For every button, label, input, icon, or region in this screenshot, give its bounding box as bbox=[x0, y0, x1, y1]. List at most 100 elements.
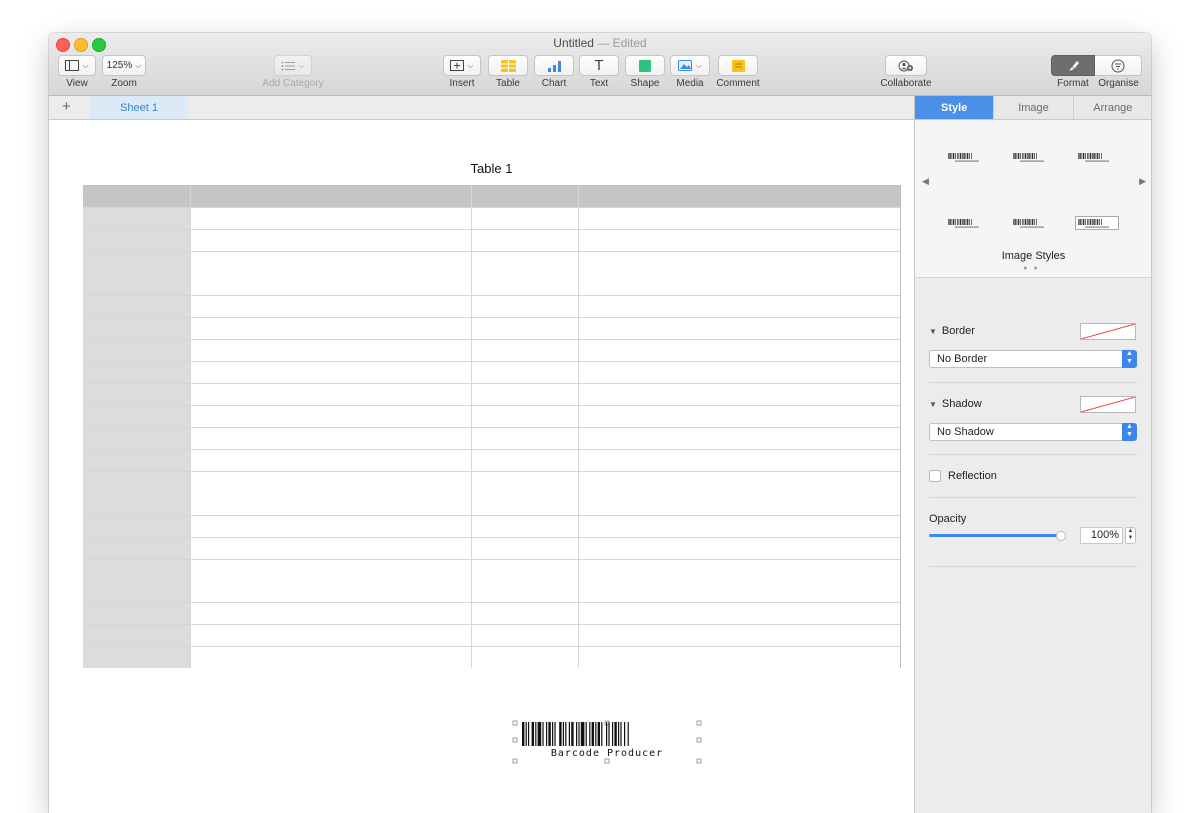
tab-sheet-1[interactable]: Sheet 1 bbox=[90, 96, 188, 119]
table-row-divider bbox=[83, 339, 901, 340]
shadow-style-value: No Shadow bbox=[937, 426, 994, 438]
collaborate-icon bbox=[898, 60, 913, 71]
shadow-style-popup[interactable]: No Shadow ▲ ▼ bbox=[929, 423, 1137, 441]
barcode-bar bbox=[576, 722, 578, 746]
barcode-bar bbox=[614, 722, 617, 746]
tab-arrange[interactable]: Arrange bbox=[1072, 96, 1151, 119]
barcode-bar bbox=[525, 722, 527, 746]
opacity-field[interactable]: 100% bbox=[1080, 527, 1123, 544]
table-title[interactable]: Table 1 bbox=[49, 161, 934, 176]
tab-image[interactable]: Image bbox=[993, 96, 1073, 119]
text-button[interactable]: T bbox=[579, 55, 619, 76]
disclosure-triangle-icon[interactable]: ▼ bbox=[929, 327, 937, 336]
list-icon bbox=[281, 61, 296, 70]
resize-handle[interactable] bbox=[604, 758, 610, 764]
shadow-section-title[interactable]: ▼ Shadow bbox=[929, 398, 982, 410]
chart-button[interactable] bbox=[534, 55, 574, 76]
table-row-divider bbox=[83, 405, 901, 406]
chart-label: Chart bbox=[541, 78, 567, 89]
opacity-stepper[interactable]: ▲ ▼ bbox=[1125, 527, 1136, 544]
add-sheet-button[interactable]: + bbox=[62, 98, 71, 115]
table-row-divider bbox=[83, 559, 901, 560]
table-row-divider bbox=[83, 383, 901, 384]
shape-button[interactable] bbox=[625, 55, 665, 76]
image-style-thumbnail[interactable] bbox=[1075, 150, 1119, 166]
zoom-label: Zoom bbox=[111, 78, 137, 89]
opacity-slider-knob[interactable] bbox=[1056, 531, 1066, 541]
shape-icon bbox=[639, 59, 651, 72]
shadow-color-well[interactable] bbox=[1080, 396, 1136, 413]
barcode-bar bbox=[568, 722, 570, 746]
table-column-divider bbox=[471, 185, 472, 668]
border-style-popup[interactable]: No Border ▲ ▼ bbox=[929, 350, 1137, 368]
table-header-row[interactable] bbox=[83, 185, 901, 207]
barcode-bar bbox=[589, 722, 591, 746]
edited-status: — Edited bbox=[597, 36, 647, 50]
media-icon bbox=[678, 60, 693, 71]
tab-style[interactable]: Style bbox=[915, 96, 994, 119]
shadow-label: Shadow bbox=[941, 398, 982, 410]
border-color-well[interactable] bbox=[1080, 323, 1136, 340]
barcode-bar bbox=[562, 722, 564, 746]
insert-button[interactable]: ⌵ bbox=[443, 55, 481, 76]
table-column-divider bbox=[578, 185, 579, 668]
image-style-thumbnail[interactable] bbox=[945, 150, 989, 166]
divider bbox=[929, 382, 1137, 383]
reflection-checkbox[interactable] bbox=[929, 470, 941, 482]
resize-handle[interactable] bbox=[512, 758, 518, 764]
resize-handle[interactable] bbox=[512, 737, 518, 743]
reflection-label: Reflection bbox=[948, 470, 997, 482]
disclosure-triangle-icon[interactable]: ▼ bbox=[929, 400, 937, 409]
media-label: Media bbox=[676, 78, 704, 89]
barcode-image[interactable]: Barcode Producer bbox=[512, 720, 702, 764]
add-category-button[interactable]: ⌵ bbox=[274, 55, 312, 76]
resize-handle[interactable] bbox=[696, 737, 702, 743]
page-dots[interactable]: ●● bbox=[915, 265, 1151, 272]
view-button[interactable]: ⌵ bbox=[58, 55, 96, 76]
divider bbox=[929, 566, 1137, 567]
barcode-bar bbox=[618, 722, 620, 746]
image-style-thumbnail[interactable] bbox=[1010, 150, 1054, 166]
barcode-bar bbox=[546, 722, 548, 746]
resize-handle[interactable] bbox=[696, 720, 702, 726]
chevron-down-icon: ⌵ bbox=[467, 60, 474, 70]
comment-label: Comment bbox=[716, 78, 760, 89]
resize-handle[interactable] bbox=[512, 720, 518, 726]
organise-button[interactable] bbox=[1095, 55, 1142, 76]
pages-window: Untitled — Edited ⌵ View 125% ⌵ Zoom ⌵ A… bbox=[49, 33, 1151, 813]
organise-label: Organise bbox=[1098, 78, 1139, 89]
border-style-value: No Border bbox=[937, 353, 988, 365]
format-button[interactable] bbox=[1051, 55, 1095, 76]
barcode-bar bbox=[585, 722, 587, 746]
collaborate-button[interactable] bbox=[885, 55, 927, 76]
image-style-thumbnail[interactable] bbox=[1010, 216, 1054, 232]
document-canvas[interactable]: Table 1 Barcode Producer bbox=[49, 120, 914, 813]
table-row-divider bbox=[83, 207, 901, 208]
comment-button[interactable] bbox=[718, 55, 758, 76]
view-label: View bbox=[66, 78, 88, 89]
image-style-thumbnail[interactable] bbox=[1075, 216, 1119, 232]
table-row-divider bbox=[83, 317, 901, 318]
table-button[interactable] bbox=[488, 55, 528, 76]
table-row-divider bbox=[83, 602, 901, 603]
barcode-bar bbox=[608, 722, 610, 746]
barcode-caption: Barcode Producer bbox=[551, 748, 663, 759]
resize-handle[interactable] bbox=[696, 758, 702, 764]
divider bbox=[929, 454, 1137, 455]
image-style-thumbnail[interactable] bbox=[945, 216, 989, 232]
next-styles-arrow-icon[interactable]: ▶ bbox=[1139, 176, 1146, 187]
comment-icon bbox=[731, 59, 745, 72]
table-border bbox=[900, 185, 901, 668]
insert-icon bbox=[450, 60, 465, 71]
document-name: Untitled bbox=[553, 36, 594, 50]
table-row-divider bbox=[83, 295, 901, 296]
previous-styles-arrow-icon[interactable]: ◀ bbox=[922, 176, 929, 187]
table-header-column[interactable] bbox=[83, 207, 190, 668]
border-section-title[interactable]: ▼ Border bbox=[929, 325, 975, 337]
table[interactable] bbox=[83, 185, 901, 668]
barcode-bar bbox=[559, 722, 562, 746]
media-button[interactable]: ⌵ bbox=[670, 55, 710, 76]
opacity-slider[interactable] bbox=[929, 534, 1059, 537]
barcode-bar bbox=[537, 722, 542, 746]
zoom-popup[interactable]: 125% ⌵ bbox=[102, 55, 146, 76]
